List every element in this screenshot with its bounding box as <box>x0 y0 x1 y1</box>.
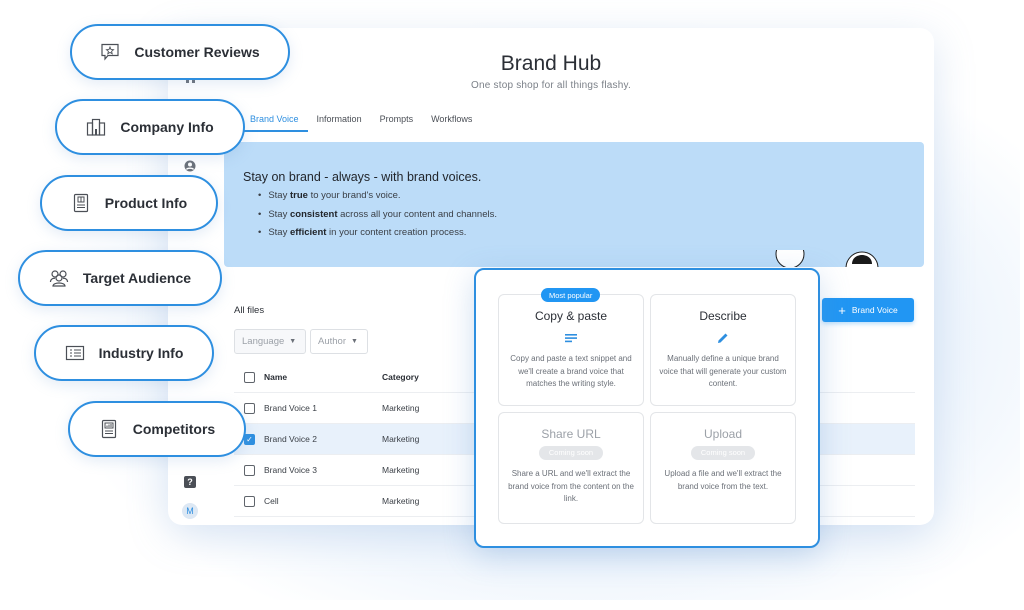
text-lines-icon <box>499 327 643 349</box>
add-brand-voice-button[interactable]: + Brand Voice <box>822 298 914 322</box>
option-share-url: Share URL Coming soon Share a URL and we… <box>498 412 644 524</box>
coming-soon-badge: Coming soon <box>538 446 604 460</box>
tab-bar: Brand Voice Information Prompts Workflow… <box>236 108 481 132</box>
help-icon[interactable]: ? <box>184 476 196 488</box>
brand-voice-banner: Stay on brand - always - with brand voic… <box>224 142 924 267</box>
tab-workflows[interactable]: Workflows <box>422 108 481 132</box>
pill-industry-info[interactable]: Industry Info <box>34 325 214 381</box>
chart-document-icon <box>99 419 119 439</box>
banner-bullets: Stay true to your brand's voice. Stay co… <box>258 190 497 246</box>
most-popular-badge: Most popular <box>541 288 601 302</box>
avatar[interactable]: M <box>182 503 198 519</box>
brand-voice-illustration <box>775 250 879 267</box>
caret-down-icon: ▼ <box>351 338 358 345</box>
user-icon[interactable] <box>183 159 197 173</box>
tab-information[interactable]: Information <box>308 108 371 132</box>
select-all-checkbox[interactable] <box>244 371 255 383</box>
option-title: Describe <box>699 309 747 323</box>
pill-competitors[interactable]: Competitors <box>68 401 246 457</box>
create-brand-voice-modal: Most popular Copy & paste Copy and paste… <box>474 268 820 548</box>
product-box-icon <box>71 193 91 213</box>
option-description: Share a URL and we'll extract the brand … <box>508 469 634 503</box>
plus-icon: + <box>838 302 846 318</box>
option-copy-paste[interactable]: Most popular Copy & paste Copy and paste… <box>498 288 644 406</box>
pill-company-info[interactable]: Company Info <box>55 99 245 155</box>
coming-soon-badge: Coming soon <box>690 446 756 460</box>
author-filter[interactable]: Author ▼ <box>310 329 368 354</box>
banner-bullet: Stay efficient in your content creation … <box>258 227 497 246</box>
option-title: Copy & paste <box>534 309 608 323</box>
row-checkbox[interactable] <box>244 495 255 507</box>
row-checkbox[interactable] <box>244 464 255 476</box>
star-speech-bubble-icon <box>100 42 120 62</box>
option-description: Upload a file and we'll extract the bran… <box>664 469 782 491</box>
language-filter[interactable]: Language ▼ <box>234 329 306 354</box>
pencil-icon <box>651 327 795 349</box>
option-describe[interactable]: Describe Manually define a unique brand … <box>650 294 796 406</box>
all-files-label: All files <box>234 305 265 316</box>
pill-customer-reviews[interactable]: Customer Reviews <box>70 24 290 80</box>
building-icon <box>86 117 106 137</box>
pill-product-info[interactable]: Product Info <box>40 175 218 231</box>
option-title: Upload <box>703 427 743 441</box>
page-subtitle: One stop shop for all things flashy. <box>471 80 631 91</box>
option-upload: Upload Coming soon Upload a file and we'… <box>650 412 796 524</box>
option-description: Copy and paste a text snippet and we'll … <box>510 354 632 388</box>
option-description: Manually define a unique brand voice tha… <box>659 354 787 388</box>
column-header-name[interactable]: Name <box>264 372 382 382</box>
tab-prompts[interactable]: Prompts <box>371 108 423 132</box>
banner-heading: Stay on brand - always - with brand voic… <box>243 170 482 184</box>
people-group-icon <box>49 268 69 288</box>
industry-list-icon <box>65 343 85 363</box>
row-checkbox[interactable] <box>244 402 255 414</box>
banner-bullet: Stay consistent across all your content … <box>258 209 497 228</box>
row-checkbox-checked[interactable]: ✓ <box>244 433 255 445</box>
option-title: Share URL <box>541 427 601 441</box>
pill-target-audience[interactable]: Target Audience <box>18 250 222 306</box>
banner-bullet: Stay true to your brand's voice. <box>258 190 497 209</box>
tab-brand-voice[interactable]: Brand Voice <box>236 108 308 132</box>
caret-down-icon: ▼ <box>289 338 297 345</box>
column-header-category[interactable]: Category <box>382 372 482 382</box>
